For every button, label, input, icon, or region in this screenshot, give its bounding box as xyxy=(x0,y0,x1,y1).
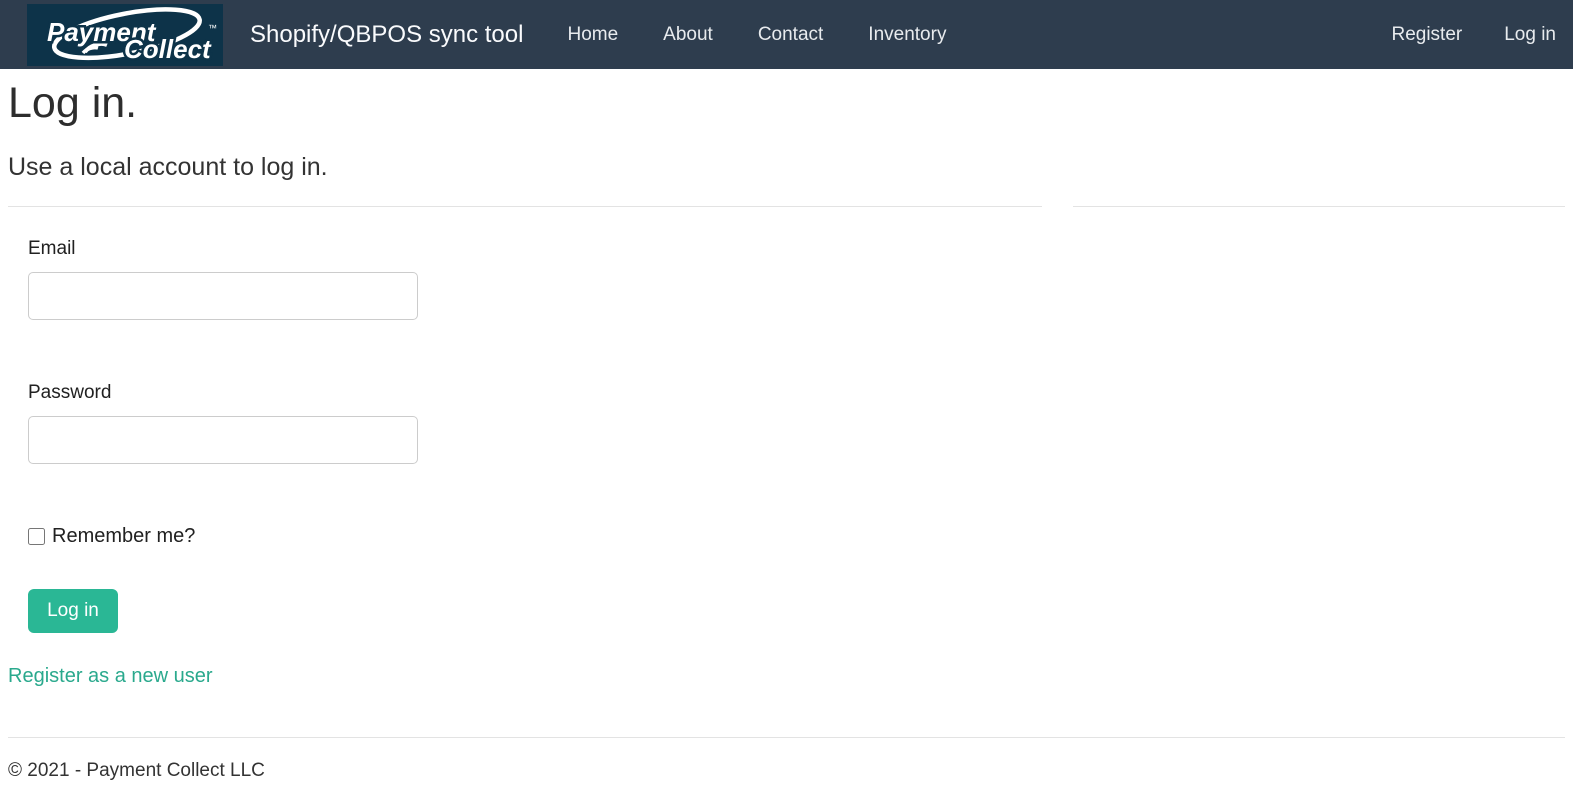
email-input[interactable] xyxy=(28,272,418,321)
email-label: Email xyxy=(28,238,76,260)
remember-checkbox[interactable] xyxy=(28,527,45,545)
remember-label[interactable]: Remember me? xyxy=(52,525,195,548)
nav-inventory[interactable]: Inventory xyxy=(868,24,946,46)
payment-collect-logo[interactable]: Payment Collect ™ xyxy=(27,3,223,66)
form-section-divider xyxy=(8,206,1042,208)
logo-trademark: ™ xyxy=(208,23,217,33)
register-link[interactable]: Register as a new user xyxy=(8,665,213,688)
copyright-text: © 2021 - Payment Collect LLC xyxy=(8,759,265,781)
app-title[interactable]: Shopify/QBPOS sync tool xyxy=(250,21,523,49)
main-nav: Home About Contact Inventory xyxy=(567,24,946,46)
logo-text-collect: Collect xyxy=(124,34,212,64)
side-section-divider xyxy=(1072,206,1565,208)
remember-me-row: Remember me? xyxy=(28,525,1565,548)
nav-register[interactable]: Register xyxy=(1391,24,1462,46)
main-content: Log in. Use a local account to log in. E… xyxy=(0,79,1573,688)
nav-about[interactable]: About xyxy=(663,24,713,46)
divider-row xyxy=(8,206,1565,208)
login-form: Email Password Remember me? Log in xyxy=(28,236,1565,633)
page-title: Log in. xyxy=(8,79,138,127)
account-nav: Register Log in xyxy=(1391,24,1556,46)
password-input[interactable] xyxy=(28,415,418,464)
nav-contact[interactable]: Contact xyxy=(758,24,823,46)
page-subtitle: Use a local account to log in. xyxy=(8,153,328,182)
nav-login[interactable]: Log in xyxy=(1504,24,1556,46)
footer: © 2021 - Payment Collect LLC xyxy=(0,736,1573,802)
password-label: Password xyxy=(28,382,112,404)
nav-home[interactable]: Home xyxy=(567,24,618,46)
footer-divider xyxy=(8,736,1565,738)
navbar: Payment Collect ™ Shopify/QBPOS sync too… xyxy=(0,0,1573,69)
login-button[interactable]: Log in xyxy=(28,588,118,633)
